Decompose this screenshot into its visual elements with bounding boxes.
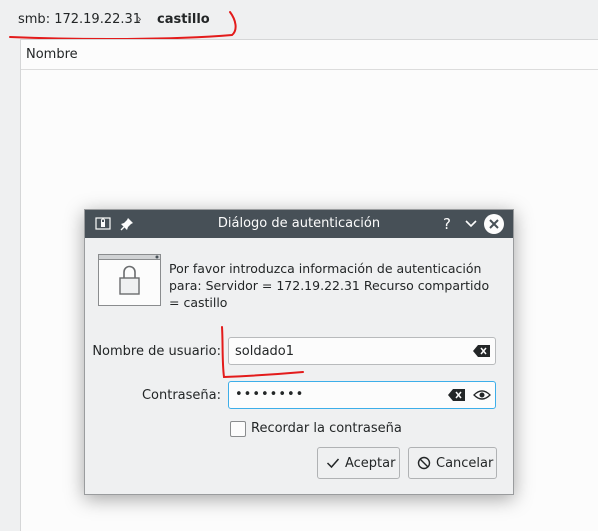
remember-password-label[interactable]: Recordar la contraseña xyxy=(251,421,402,436)
breadcrumb-segment-share[interactable]: castillo xyxy=(157,12,210,27)
cancel-icon xyxy=(417,456,431,470)
lock-icon xyxy=(98,254,161,306)
clear-text-icon[interactable] xyxy=(448,389,466,401)
checkmark-icon xyxy=(326,458,340,469)
dialog-titlebar[interactable]: Diálogo de autenticación ? xyxy=(85,210,513,238)
column-header-name[interactable]: Nombre xyxy=(21,40,598,70)
accept-button[interactable]: Aceptar xyxy=(317,447,400,479)
help-icon[interactable]: ? xyxy=(437,214,457,234)
remember-password-checkbox[interactable] xyxy=(230,421,246,437)
cancel-label: Cancelar xyxy=(436,456,494,471)
breadcrumb: smb: 172.19.22.31 › castillo xyxy=(0,0,598,38)
auth-message: Por favor introduzca información de aute… xyxy=(169,261,490,310)
show-password-icon[interactable] xyxy=(473,388,491,402)
password-field[interactable]: •••••••• xyxy=(228,381,496,409)
close-icon[interactable] xyxy=(484,214,504,234)
accept-label: Aceptar xyxy=(345,456,396,471)
cancel-button[interactable]: Cancelar xyxy=(408,447,497,479)
clear-text-icon[interactable] xyxy=(473,345,491,357)
minimize-icon[interactable] xyxy=(461,214,481,234)
chevron-right-icon: › xyxy=(137,12,142,26)
column-header-label: Nombre xyxy=(26,47,78,62)
password-label: Contraseña: xyxy=(141,388,221,403)
password-value: •••••••• xyxy=(235,387,305,402)
username-value: soldado1 xyxy=(235,344,295,359)
auth-dialog: Diálogo de autenticación ? Por favor int… xyxy=(84,209,514,495)
username-field[interactable]: soldado1 xyxy=(228,337,496,365)
username-label: Nombre de usuario: xyxy=(92,344,221,359)
breadcrumb-segment-host[interactable]: smb: 172.19.22.31 xyxy=(18,12,141,27)
